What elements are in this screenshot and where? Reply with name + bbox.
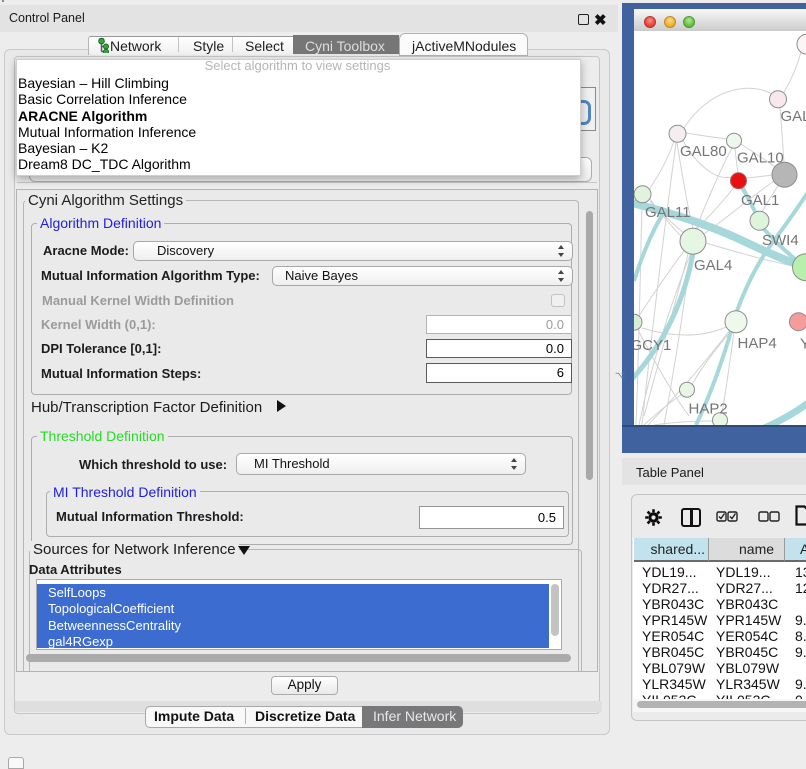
svg-text:Y: Y [800, 336, 806, 353]
svg-text:GAL80: GAL80 [680, 143, 727, 160]
svg-text:SWI4: SWI4 [762, 232, 799, 249]
svg-text:GAL4: GAL4 [694, 257, 732, 274]
svg-text:GAL10: GAL10 [737, 150, 784, 167]
svg-text:HAP2: HAP2 [689, 401, 728, 418]
svg-text:HAP4: HAP4 [738, 335, 777, 352]
svg-text:GAL11: GAL11 [645, 204, 691, 221]
svg-text:GAL1: GAL1 [741, 192, 779, 209]
svg-text:GAL: GAL [781, 108, 806, 125]
svg-text:GCY1: GCY1 [634, 337, 671, 354]
